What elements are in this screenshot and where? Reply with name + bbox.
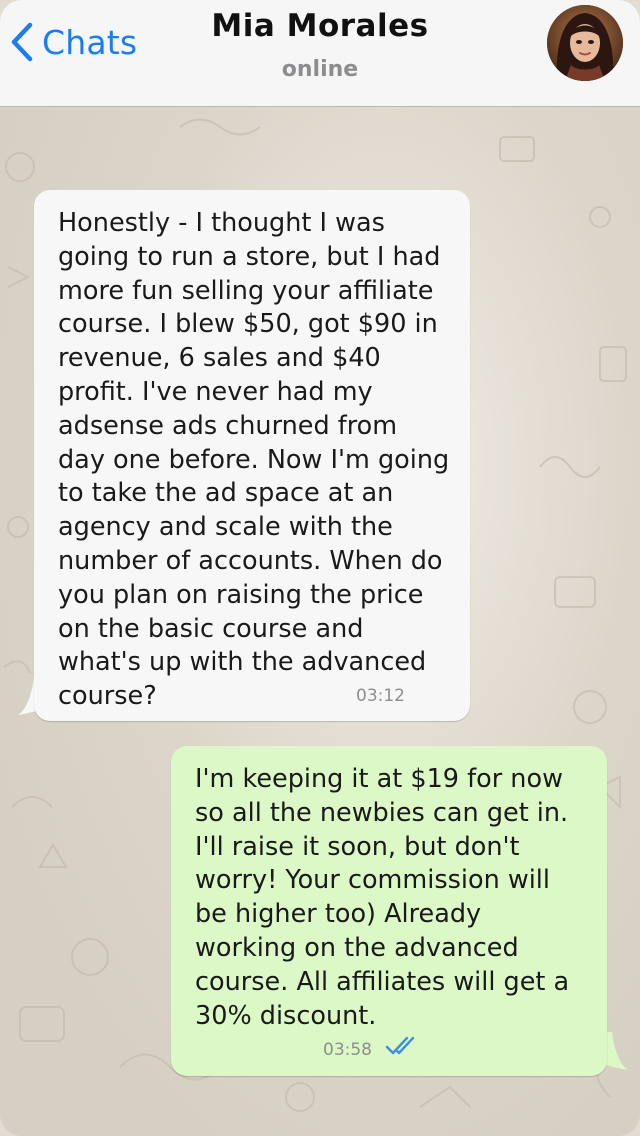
message-timestamp: 03:58 xyxy=(323,1040,372,1060)
avatar[interactable] xyxy=(547,5,623,81)
message-timestamp: 03:12 xyxy=(356,686,405,706)
message-text: I'm keeping it at $19 for now so all the… xyxy=(195,764,570,1031)
message-list[interactable]: Honestly - I thought I was going to run … xyxy=(0,107,640,1136)
outgoing-message-bubble[interactable]: I'm keeping it at $19 for now so all the… xyxy=(171,746,607,1076)
contact-status: online xyxy=(281,57,359,82)
chat-header: Chats Mia Morales online xyxy=(0,0,640,107)
contact-name[interactable]: Mia Morales xyxy=(0,8,640,44)
phone-screen: Chats Mia Morales online Honestly - I th… xyxy=(0,0,640,1136)
incoming-message-bubble[interactable]: Honestly - I thought I was going to run … xyxy=(34,190,470,721)
message-text: Honestly - I thought I was going to run … xyxy=(58,208,450,712)
double-check-read-icon xyxy=(385,1036,415,1055)
